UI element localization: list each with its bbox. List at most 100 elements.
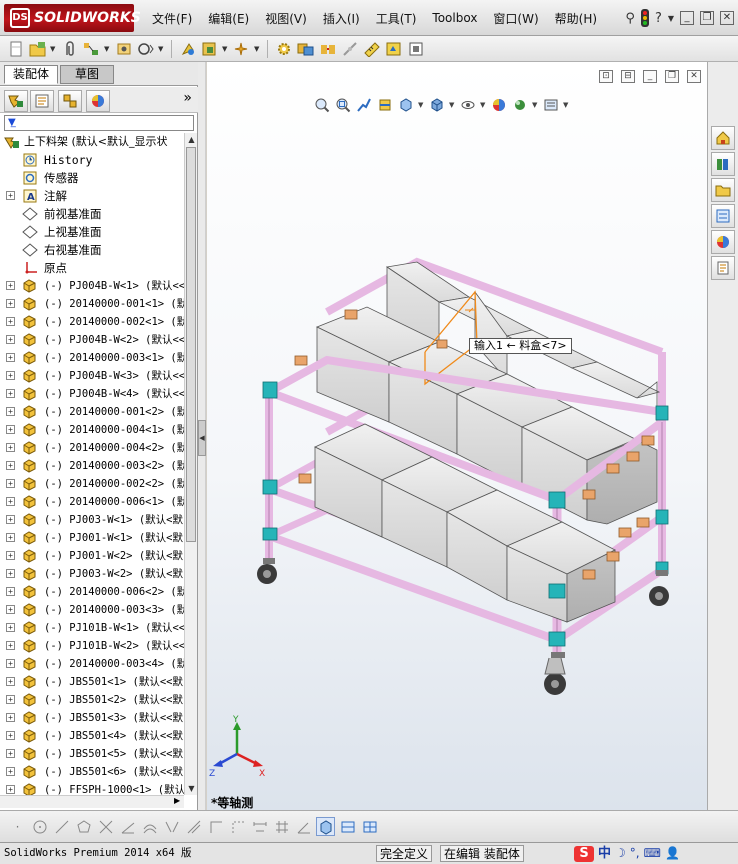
cart-assembly-model[interactable] [207, 62, 707, 810]
menu-help[interactable]: 帮助(H) [547, 10, 605, 27]
custom-properties-tab[interactable] [711, 256, 735, 280]
expand-toggle[interactable]: + [6, 389, 15, 398]
tree-item-component[interactable]: + (-) PJ003-W<2> (默认<默 [0, 565, 184, 583]
tree-item-component[interactable]: + (-) PJ001-W<2> (默认<默 [0, 547, 184, 565]
panel-splitter[interactable]: ◀ [198, 62, 206, 810]
menu-insert[interactable]: 插入(I) [315, 10, 368, 27]
menu-toolbox[interactable]: Toolbox [424, 11, 485, 25]
expand-toggle[interactable]: + [6, 713, 15, 722]
tree-item-component[interactable]: + (-) JBS501<4> (默认<<默 [0, 727, 184, 745]
expand-toggle[interactable]: + [6, 605, 15, 614]
collapse-panel-handle[interactable]: ◀ [198, 420, 206, 456]
tree-item-right-plane[interactable]: 右视基准面 [0, 241, 184, 259]
rebuild-traffic-light-icon[interactable] [640, 9, 649, 27]
appearances-tab[interactable] [711, 230, 735, 254]
open-folder-icon[interactable] [28, 39, 47, 58]
scroll-right-icon[interactable]: ▶ [174, 796, 180, 805]
expand-toggle[interactable]: + [6, 191, 15, 200]
fillet-icon[interactable] [184, 817, 203, 836]
file-explorer-tab[interactable] [711, 178, 735, 202]
tree-item-component[interactable]: + (-) JBS501<6> (默认<<默 [0, 763, 184, 781]
tree-item-component[interactable]: + (-) PJ101B-W<1> (默认<< [0, 619, 184, 637]
tree-item-component[interactable]: + (-) 20140000-003<3> (默 [0, 601, 184, 619]
expand-toggle[interactable]: + [6, 785, 15, 794]
menu-tools[interactable]: 工具(T) [368, 10, 425, 27]
expand-toggle[interactable]: + [6, 425, 15, 434]
restore-button[interactable]: ❐ [700, 11, 714, 25]
expand-toggle[interactable]: + [6, 461, 15, 470]
tree-item-component[interactable]: + (-) PJ101B-W<2> (默认<< [0, 637, 184, 655]
menu-window[interactable]: 窗口(W) [485, 10, 546, 27]
minimize-button[interactable]: _ [680, 11, 694, 25]
expand-panel-button[interactable]: » [183, 90, 192, 106]
help-button[interactable]: ? [655, 11, 662, 26]
offset-icon[interactable] [140, 817, 159, 836]
circle-icon[interactable] [30, 817, 49, 836]
design-library-tab[interactable] [711, 152, 735, 176]
tree-item-component[interactable]: + (-) FFSPH-1000<1> (默认 [0, 781, 184, 795]
trim-icon[interactable] [96, 817, 115, 836]
construction-geometry-icon[interactable] [228, 817, 247, 836]
tree-item-component[interactable]: + (-) 20140000-006<1> (默 [0, 493, 184, 511]
open-dropdown-icon[interactable]: ▼ [50, 45, 57, 53]
tree-item-component[interactable]: + (-) JBS501<2> (默认<<默 [0, 691, 184, 709]
close-button[interactable]: ✕ [720, 11, 734, 25]
tree-vertical-scrollbar[interactable]: ▲ ▼ [184, 133, 197, 795]
tree-item-component[interactable]: + (-) PJ004B-W<2> (默认<< [0, 331, 184, 349]
rebuild-icon[interactable] [178, 39, 197, 58]
expand-toggle[interactable]: + [6, 641, 15, 650]
expand-toggle[interactable]: + [6, 317, 15, 326]
tree-item-component[interactable]: + (-) JBS501<3> (默认<<默 [0, 709, 184, 727]
ime-indicator[interactable]: S 中 ☽ °, ⌨ 👤 [574, 845, 680, 862]
assembly-feature-icon[interactable] [200, 39, 219, 58]
expand-toggle[interactable]: + [6, 371, 15, 380]
convert-entities-icon[interactable] [206, 817, 225, 836]
tree-item-component[interactable]: + (-) 20140000-003<1> (默 [0, 349, 184, 367]
angle-icon[interactable] [294, 817, 313, 836]
expand-toggle[interactable]: + [6, 335, 15, 344]
new-document-icon[interactable] [6, 39, 25, 58]
extend-icon[interactable] [118, 817, 137, 836]
clearance-verification-icon[interactable] [318, 39, 337, 58]
tree-item-component[interactable]: + (-) 20140000-003<2> (默 [0, 457, 184, 475]
options-gear-icon[interactable] [274, 39, 293, 58]
mate-icon[interactable] [82, 39, 101, 58]
tree-item-origin[interactable]: 原点 [0, 259, 184, 277]
3d-view-icon[interactable] [316, 817, 335, 836]
expand-toggle[interactable]: + [6, 659, 15, 668]
tree-item-top-plane[interactable]: 上视基准面 [0, 223, 184, 241]
configuration-manager-tab[interactable] [58, 90, 82, 112]
tree-item-component[interactable]: + (-) PJ001-W<1> (默认<默 [0, 529, 184, 547]
tree-horizontal-scrollbar[interactable]: ▶ [0, 795, 184, 808]
tree-item-sensors[interactable]: 传感器 [0, 169, 184, 187]
tree-item-component[interactable]: + (-) PJ004B-W<3> (默认<< [0, 367, 184, 385]
mass-properties-icon[interactable] [384, 39, 403, 58]
tree-item-history[interactable]: History [0, 151, 184, 169]
point-icon[interactable]: · [8, 817, 27, 836]
expand-toggle[interactable]: + [6, 749, 15, 758]
tree-item-component[interactable]: + (-) 20140000-004<2> (默 [0, 439, 184, 457]
expand-toggle[interactable]: + [6, 695, 15, 704]
tree-item-component[interactable]: + (-) 20140000-002<2> (默 [0, 475, 184, 493]
mirror-icon[interactable] [162, 817, 181, 836]
interference-detection-icon[interactable] [296, 39, 315, 58]
move-dropdown-icon[interactable]: ▼ [158, 45, 165, 53]
tree-item-component[interactable]: + (-) JBS501<1> (默认<<默 [0, 673, 184, 691]
expand-toggle[interactable]: + [6, 569, 15, 578]
tree-item-component[interactable]: + (-) 20140000-002<1> (默 [0, 313, 184, 331]
expand-toggle[interactable]: + [6, 623, 15, 632]
grid-icon[interactable] [272, 817, 291, 836]
pin-icon[interactable]: ⚲ [625, 11, 635, 26]
tree-item-component[interactable]: + (-) 20140000-004<1> (默 [0, 421, 184, 439]
measure-icon[interactable] [362, 39, 381, 58]
expand-toggle[interactable]: + [6, 497, 15, 506]
menu-view[interactable]: 视图(V) [257, 10, 315, 27]
expand-toggle[interactable]: + [6, 677, 15, 686]
tree-item-component[interactable]: + (-) PJ003-W<1> (默认<默 [0, 511, 184, 529]
tree-item-component[interactable]: + (-) PJ004B-W<1> (默认<< [0, 277, 184, 295]
view-palette-tab[interactable] [711, 204, 735, 228]
smart-fasteners-icon[interactable] [114, 39, 133, 58]
expand-toggle[interactable]: + [6, 731, 15, 740]
smart-dimension-icon[interactable] [250, 817, 269, 836]
tree-item-component[interactable]: + (-) JBS501<5> (默认<<默 [0, 745, 184, 763]
